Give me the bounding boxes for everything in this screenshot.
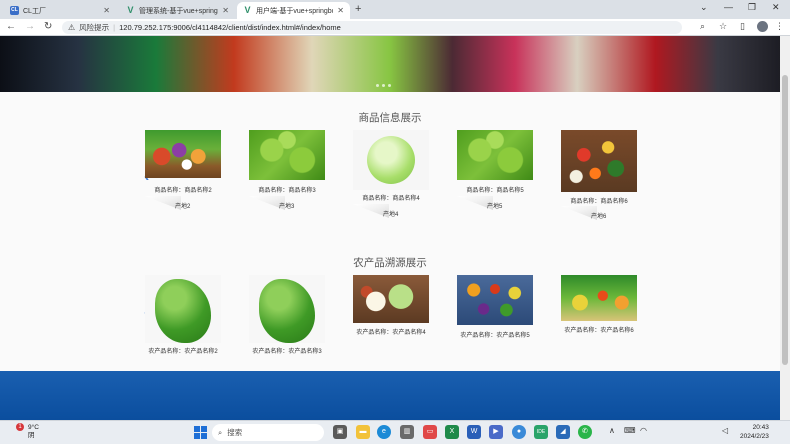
star-icon[interactable]: ☆ [719,21,727,32]
product-name: 商品名称：商品名称2 [154,188,212,194]
product-image[interactable] [561,130,637,192]
excel-icon[interactable]: X [445,425,459,439]
profile-avatar[interactable] [757,21,768,32]
weather-notification-badge: 1 [16,423,24,431]
traceability-section-title: 农产品溯源展示 [353,257,427,269]
task-view-icon[interactable]: ▣ [333,425,347,439]
tab-bar: CL CL工厂 ✕ V 管理系统-基于vue+springbo ✕ V 用户端-… [0,0,790,19]
word-icon[interactable]: W [467,425,481,439]
tab-search-chevron-icon[interactable]: ⌄ [700,2,708,13]
vue-favicon-icon: V [244,5,251,15]
traceability-name: 农产品名称：农产品名称6 [564,328,634,334]
carousel-dot[interactable] [382,84,385,87]
media-player-icon[interactable]: ▶ [489,425,503,439]
traceability-image[interactable] [145,275,221,343]
product-origin: 产地3 [279,204,295,210]
chart-app-icon[interactable]: ▥ [400,425,414,439]
wechat-icon[interactable]: ✆ [578,425,592,439]
product-origin: 产地6 [591,214,607,220]
page-footer [0,371,780,420]
red-app-icon[interactable]: ▭ [423,425,437,439]
url-field[interactable]: ⚠ 风险提示 | 120.79.252.175:9006/cl4114842/c… [62,21,682,34]
warning-icon: ⚠ [68,23,76,32]
page-viewport: 商品信息展示 ‹ › 商品名称：商品名称2 产地2 商品名称：商品名称3 产地3… [0,36,780,420]
product-image[interactable] [353,130,429,190]
product-name: 商品名称：商品名称6 [570,199,628,205]
tab-user-client[interactable]: V 用户端-基于vue+springboo ✕ [237,2,350,19]
carousel-indicators[interactable] [376,84,391,87]
divider: | [113,23,116,32]
product-image[interactable] [457,130,533,180]
search-placeholder: 搜索 [227,428,243,437]
close-window-icon[interactable]: ✕ [772,2,780,13]
close-icon[interactable]: ✕ [222,6,229,15]
close-icon[interactable]: ✕ [103,6,110,15]
url-text: 120.79.252.175:9006/cl4114842/client/dis… [119,23,341,32]
cl-favicon-icon: CL [10,6,19,15]
tray-chevron-icon[interactable]: ∧ [609,426,615,435]
traceability-image[interactable] [457,275,533,325]
traceability-name: 农产品名称：农产品名称2 [148,349,218,355]
keyboard-icon[interactable]: ⌨ [624,426,636,435]
maximize-icon[interactable]: ❐ [748,2,756,13]
forward-icon[interactable]: → [25,21,35,32]
product-image[interactable] [145,130,221,178]
clock-time: 20:43 [752,424,769,431]
tab-label: 用户端-基于vue+springboo [256,7,334,15]
traceability-name: 农产品名称：农产品名称4 [356,330,426,336]
product-origin: 产地5 [487,204,503,210]
close-icon[interactable]: ✕ [337,6,344,15]
editor-app-icon[interactable]: ◢ [556,425,570,439]
clock-date: 2024/2/23 [740,433,769,440]
speaker-icon[interactable]: ◁ [722,426,728,435]
product-name: 商品名称：商品名称3 [258,188,316,194]
edge-browser-icon[interactable]: e [377,425,391,439]
product-image[interactable] [249,130,325,180]
reload-icon[interactable]: ↻ [44,21,52,32]
chrome-icon[interactable]: ● [512,425,526,439]
new-tab-button[interactable]: + [355,3,361,15]
traceability-name: 农产品名称：农产品名称3 [252,349,322,355]
traceability-image[interactable] [249,275,325,343]
zoom-icon[interactable]: ⌕ [700,21,705,32]
search-icon: ⌕ [218,427,223,437]
taskbar-search[interactable]: ⌕ 搜索 [212,424,324,441]
weather-condition: 阴 [28,432,35,439]
security-risk-label[interactable]: 风险提示 [79,22,109,33]
windows-start-icon[interactable] [194,426,207,439]
minimize-icon[interactable]: — [724,2,733,12]
address-bar: ← → ↻ ⚠ 风险提示 | 120.79.252.175:9006/cl411… [0,19,790,36]
vue-favicon-icon: V [127,5,134,15]
traceability-image[interactable] [561,275,637,321]
traceability-name: 农产品名称：农产品名称5 [460,333,530,339]
product-origin: 产地4 [383,212,399,218]
back-icon[interactable]: ← [6,21,16,32]
product-name: 商品名称：商品名称4 [362,196,420,202]
carousel-dot[interactable] [376,84,379,87]
file-explorer-icon[interactable]: ▬ [356,425,370,439]
system-clock[interactable]: 20:43 2024/2/23 [740,423,769,441]
tab-label: CL工厂 [23,7,46,15]
product-origin: 产地2 [175,204,191,210]
sidebar-icon[interactable]: ▯ [740,21,745,32]
carousel-dot[interactable] [388,84,391,87]
tab-cl-factory[interactable]: CL CL工厂 ✕ [4,2,116,19]
product-name: 商品名称：商品名称5 [466,188,524,194]
menu-icon[interactable]: ⋮ [775,21,784,32]
tab-label: 管理系统-基于vue+springbo [139,7,219,15]
taskbar: 9°C 阴 ⌕ 搜索 ▣ ▬ e ▥ ▭ X W ▶ ● IDE ◢ ✆ ∧ ⌨… [0,420,790,444]
idea-app-icon[interactable]: IDE [534,425,548,439]
tab-admin-system[interactable]: V 管理系统-基于vue+springbo ✕ [120,2,235,19]
scrollbar-thumb[interactable] [782,75,788,365]
product-section-title: 商品信息展示 [358,112,422,124]
traceability-image[interactable] [353,275,429,323]
wifi-icon[interactable]: ◠ [640,426,647,435]
